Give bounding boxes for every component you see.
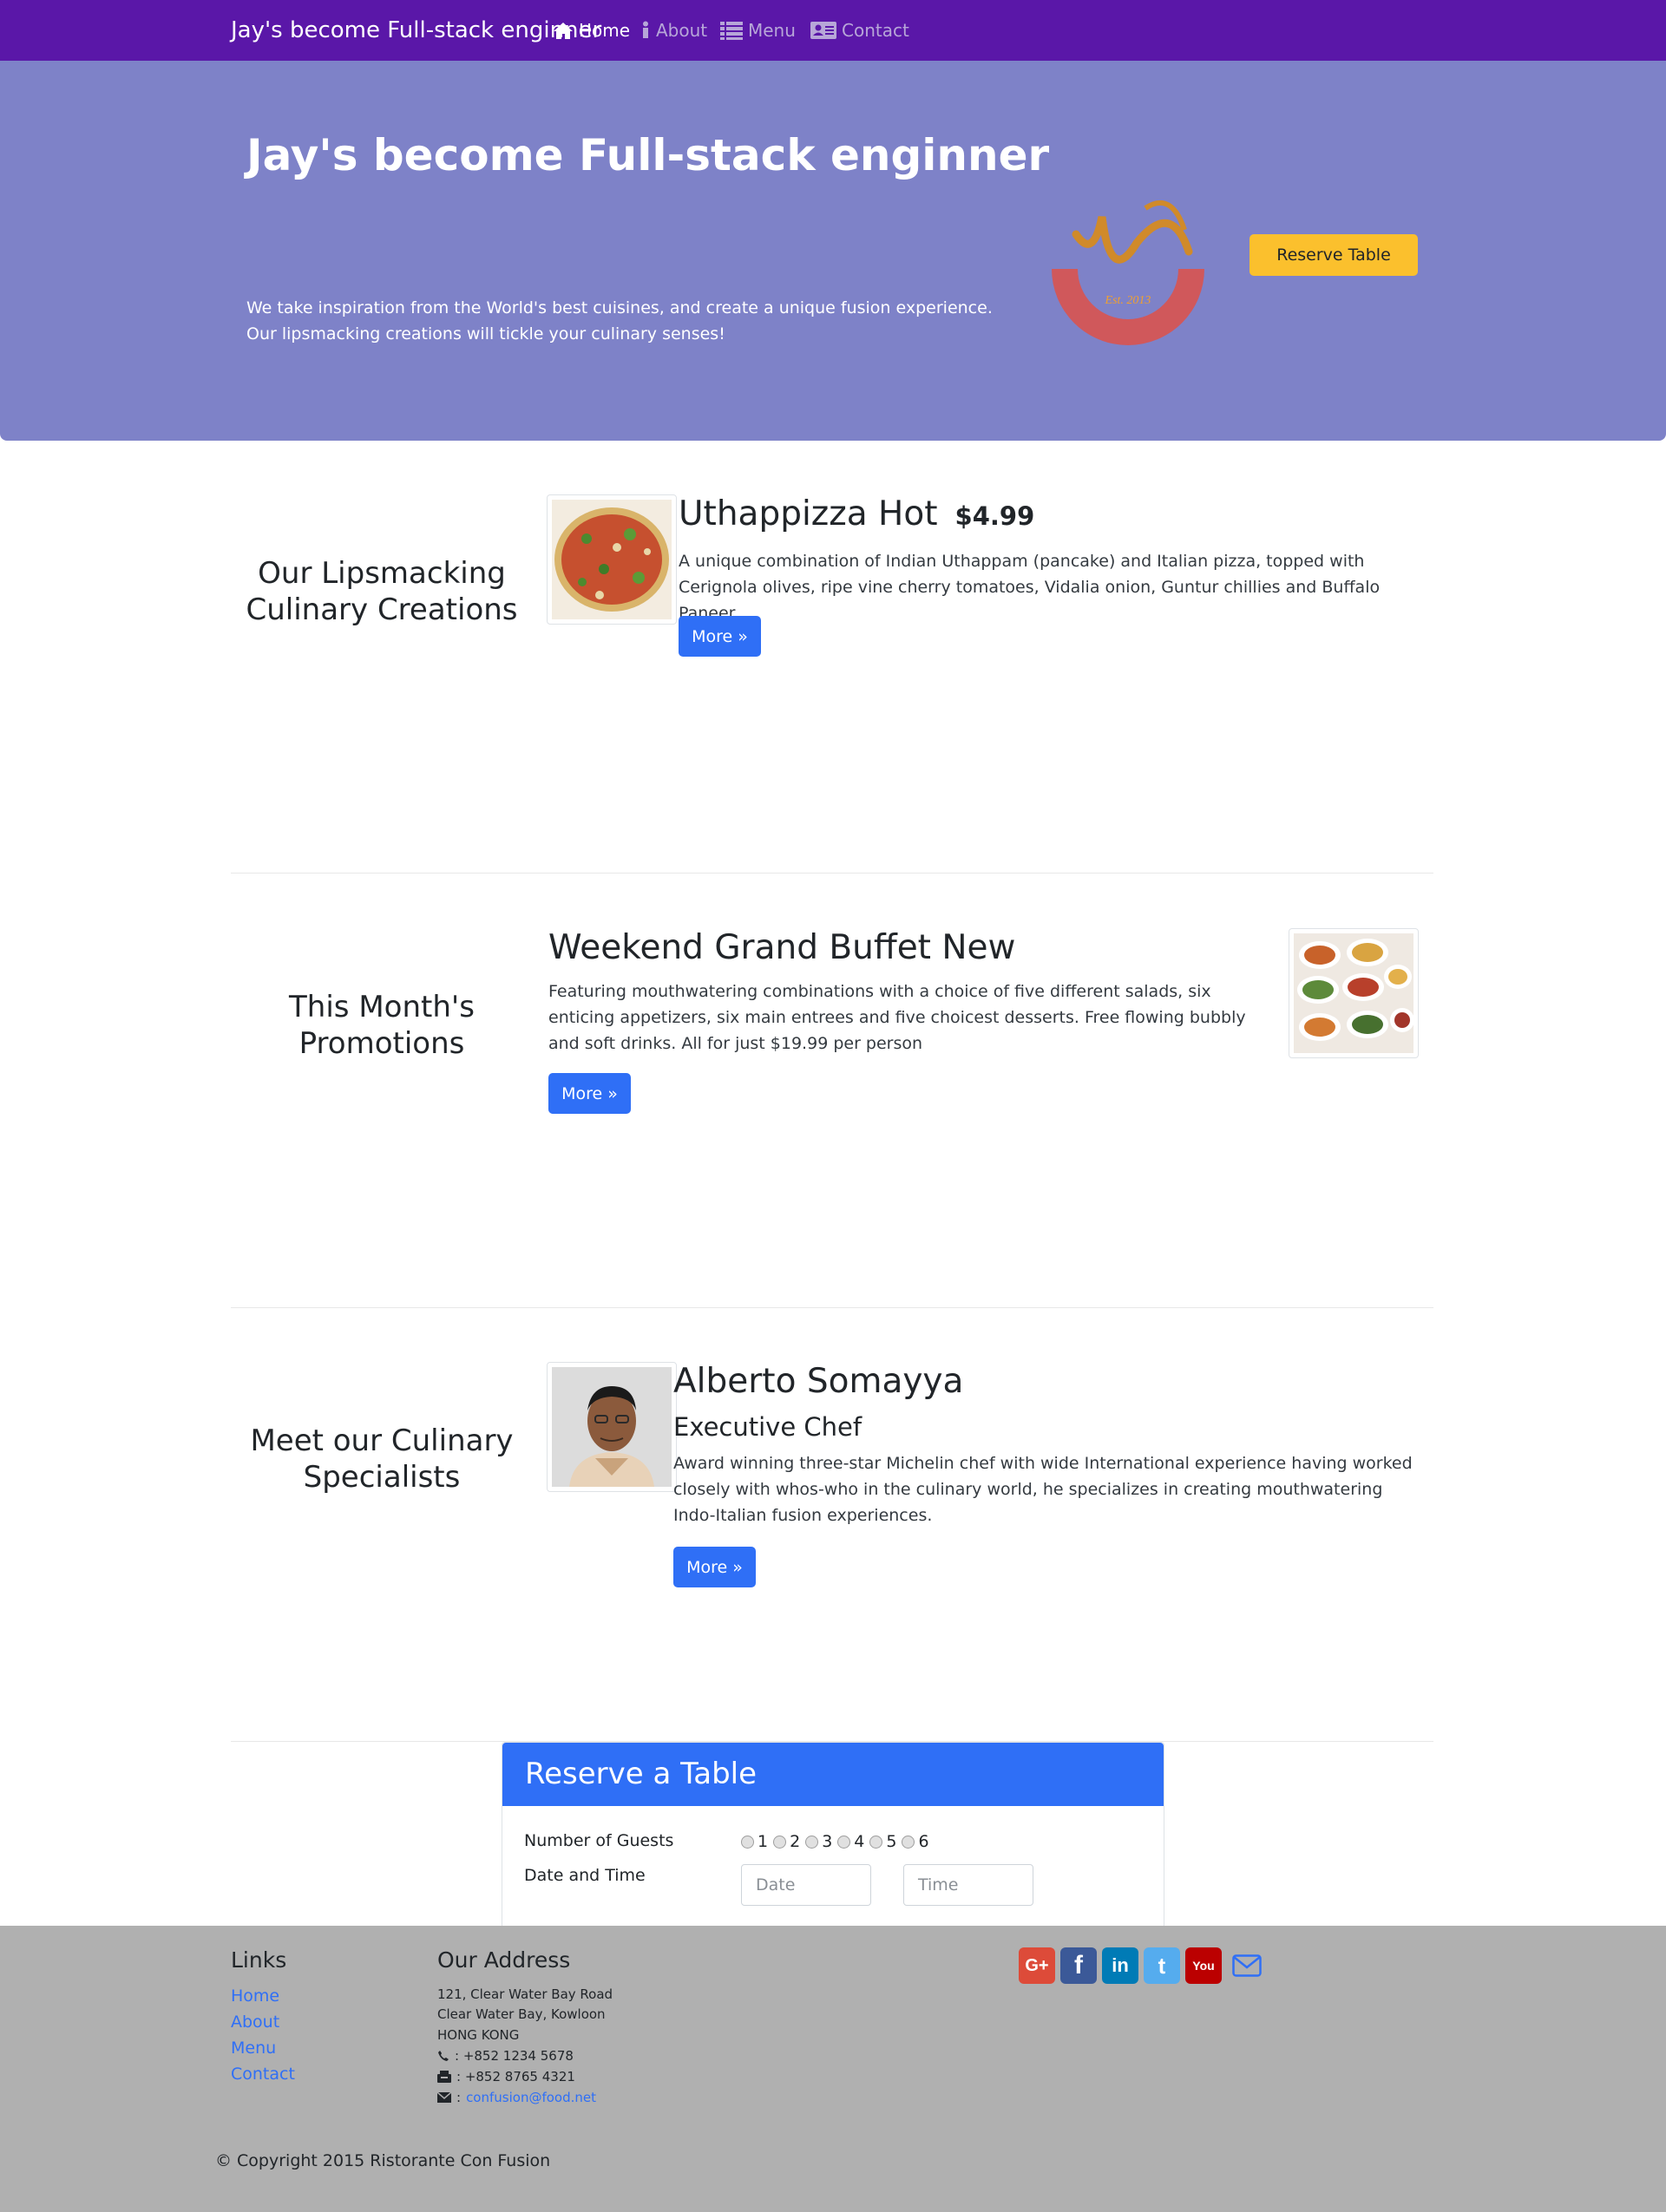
leader-more-button[interactable]: More » [673,1547,756,1587]
reserve-table-button[interactable]: Reserve Table [1250,234,1418,276]
guests-label: Number of Guests [524,1831,674,1850]
list-icon [720,22,743,40]
phone-icon [438,2051,449,2061]
leader-role: Executive Chef [673,1412,863,1442]
time-input[interactable]: Time [903,1864,1033,1906]
google-plus-icon[interactable]: G+ [1019,1947,1055,1984]
jumbotron-title: Jay's become Full-stack enginner [246,130,1050,180]
home-icon [554,23,573,39]
section-heading-leader: Meet our Culinary Specialists [250,1423,514,1495]
phone-text: : +852 1234 5678 [455,2048,574,2064]
copyright-text: © Copyright 2015 Ristorante Con Fusion [215,2151,551,2170]
promotion-title: Weekend Grand Buffet New [548,928,1016,967]
dish-name: Uthappizza Hot [679,494,938,533]
footer-address-title: Our Address [437,1947,571,1973]
youtube-icon[interactable]: You [1185,1947,1222,1984]
nav-item-contact[interactable]: Contact [810,20,909,41]
address-fax: : +852 8765 4321 [437,2069,575,2084]
leader-name: Alberto Somayya [673,1362,964,1401]
nav-item-label: About [656,20,708,41]
guest-radio-4[interactable] [837,1835,851,1849]
address-line: Clear Water Bay, Kowloon [437,2006,606,2022]
reserve-card-title: Reserve a Table [525,1757,758,1791]
footer-link-contact[interactable]: Contact [231,2065,295,2084]
date-input[interactable]: Date [741,1864,871,1906]
guest-radio-5[interactable] [869,1835,883,1849]
guest-radio-6[interactable] [902,1835,915,1849]
guest-radio-3[interactable] [805,1835,819,1849]
restaurant-logo: Est. 2013 [1052,200,1204,345]
footer-links-title: Links [231,1947,287,1973]
twitter-icon[interactable]: t [1144,1947,1180,1984]
email-prefix: : [456,2090,462,2105]
guest-option-label: 1 [758,1832,769,1851]
nav-item-about[interactable]: About [640,20,707,41]
logo-est-text: Est. 2013 [1105,294,1151,307]
reserve-table-card: Reserve a Table Number of Guests 1 2 3 4… [502,1742,1164,1928]
address-card-icon [810,22,836,39]
dish-more-button[interactable]: More » [679,616,761,657]
guest-option-label: 3 [822,1832,833,1851]
nav-item-menu[interactable]: Menu [720,20,796,41]
facebook-icon[interactable]: f [1060,1947,1097,1984]
dish-description: A unique combination of Indian Uthappam … [679,552,1381,623]
fax-icon [437,2071,451,2083]
section-divider [231,1307,1433,1308]
email-link[interactable]: confusion@food.net [466,2090,596,2105]
envelope-icon [437,2092,451,2103]
navbar: Jay's become Full-stack enginner Home Ab… [0,0,1666,61]
footer-link-menu[interactable]: Menu [231,2039,276,2058]
promotion-more-button[interactable]: More » [548,1073,631,1114]
dish-image [547,494,677,625]
address-line: HONG KONG [437,2027,520,2043]
address-email: : confusion@food.net [437,2090,596,2105]
jumbotron: Jay's become Full-stack enginner We take… [0,61,1666,441]
fax-text: : +852 8765 4321 [456,2069,575,2084]
section-heading-promotion: This Month's Promotions [289,990,475,1061]
promotion-description: Featuring mouthwatering combinations wit… [548,982,1246,1053]
guests-radio-group: 1 2 3 4 5 6 [741,1832,935,1851]
dish-title: Uthappizza Hot $4.99 [679,494,1034,533]
leader-photo [547,1362,677,1492]
footer-link-home[interactable]: Home [231,1986,279,2006]
nav-item-label: Home [579,20,631,41]
footer-link-about[interactable]: About [231,2012,279,2032]
linkedin-icon[interactable]: in [1102,1947,1138,1984]
guest-radio-2[interactable] [773,1835,787,1849]
section-heading-dish: Our Lipsmacking Culinary Creations [246,556,518,627]
guest-option-label: 6 [918,1832,929,1851]
datetime-label: Date and Time [524,1866,646,1885]
promotion-image [1289,928,1419,1058]
guest-radio-1[interactable] [741,1835,754,1849]
info-icon [643,21,648,38]
nav-item-label: Contact [842,20,909,41]
address-line: 121, Clear Water Bay Road [437,1986,613,2002]
reserve-card-header: Reserve a Table [502,1743,1164,1806]
nav-item-home[interactable]: Home [553,20,630,41]
dish-price: $4.99 [954,501,1035,531]
section-divider [231,873,1433,874]
guest-option-label: 5 [886,1832,897,1851]
guest-option-label: 2 [790,1832,801,1851]
leader-description: Award winning three-star Michelin chef w… [673,1454,1413,1525]
jumbotron-text: We take inspiration from the World's bes… [246,298,993,344]
navbar-brand[interactable]: Jay's become Full-stack enginner [231,17,601,43]
nav-item-label: Menu [748,20,796,41]
guest-option-label: 4 [854,1832,865,1851]
address-phone: : +852 1234 5678 [437,2048,574,2064]
mail-icon[interactable] [1232,1954,1262,1977]
